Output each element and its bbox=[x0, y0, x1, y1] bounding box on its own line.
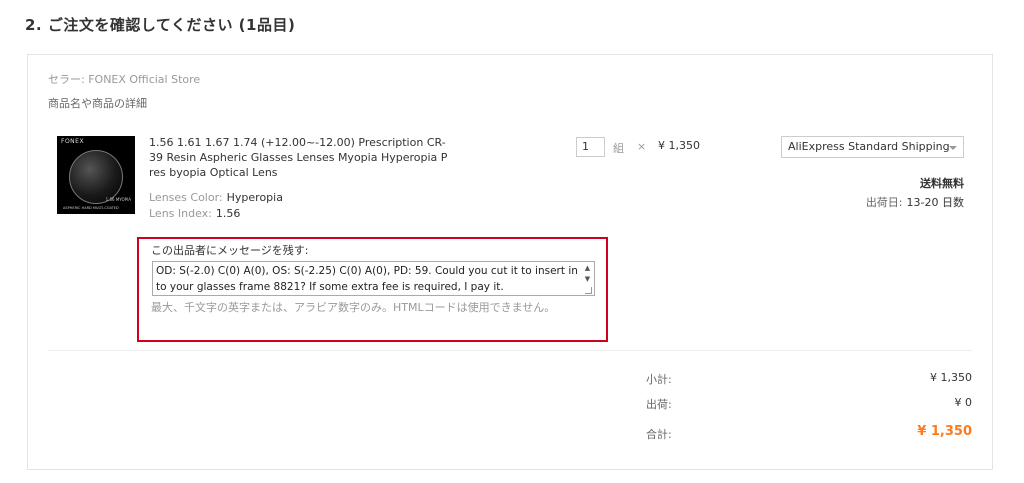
product-image-caption: 1.56 MYOPIA bbox=[105, 197, 131, 202]
free-shipping-label: 送料無料 bbox=[920, 177, 964, 190]
product-title-link[interactable]: 1.56 1.61 1.67 1.74 (+12.00~-12.00) Pres… bbox=[149, 135, 449, 180]
order-item-card: セラー: FONEX Official Store 商品名や商品の詳細 FONE… bbox=[27, 54, 993, 470]
shipping-cost-label: 出荷: bbox=[646, 398, 672, 411]
seller-message-textarea[interactable]: OD: S(-2.0) C(0) A(0), OS: S(-2.25) C(0)… bbox=[152, 261, 595, 296]
subtotal-value: ¥ 1,350 bbox=[930, 371, 972, 384]
delivery-estimate-value: 13-20 日数 bbox=[906, 196, 964, 209]
seller-message-text: OD: S(-2.0) C(0) A(0), OS: S(-2.25) C(0)… bbox=[156, 265, 578, 293]
lens-graphic bbox=[69, 150, 123, 204]
attr-label: Lenses Color: bbox=[149, 191, 223, 204]
seller-name[interactable]: セラー: FONEX Official Store bbox=[48, 71, 200, 87]
seller-message-section: この出品者にメッセージを残す: OD: S(-2.0) C(0) A(0), O… bbox=[137, 237, 608, 342]
total-label: 合計: bbox=[646, 428, 672, 441]
unit-price: ¥ 1,350 bbox=[658, 139, 700, 152]
quantity-unit: 組 bbox=[613, 142, 624, 155]
delivery-estimate: 出荷日: 13-20 日数 bbox=[866, 194, 964, 210]
subtotal-label: 小計: bbox=[646, 373, 672, 386]
shipping-method-value: AliExpress Standard Shipping bbox=[788, 140, 950, 153]
divider bbox=[48, 350, 972, 351]
resize-grip-icon[interactable] bbox=[585, 287, 592, 294]
product-image[interactable]: FONEX 1.56 MYOPIA ASPHERIC HARD MULTI-CO… bbox=[57, 136, 135, 214]
product-image-caption: ASPHERIC HARD MULTI-COATED bbox=[63, 206, 119, 210]
seller-message-label: この出品者にメッセージを残す: bbox=[151, 244, 309, 257]
shipping-cost-value: ¥ 0 bbox=[954, 396, 973, 409]
product-image-brand: FONEX bbox=[61, 138, 85, 145]
seller-message-help: 最大、千文字の英字または、アラビア数字のみ。HTMLコードは使用できません。 bbox=[151, 301, 556, 314]
multiply-sign: × bbox=[637, 140, 647, 153]
attr-value: Hyperopia bbox=[226, 191, 283, 204]
delivery-estimate-label: 出荷日: bbox=[865, 196, 903, 209]
attr-label: Lens Index: bbox=[149, 207, 212, 220]
attr-lens-index: Lens Index: 1.56 bbox=[149, 207, 240, 220]
chevron-down-icon bbox=[949, 146, 957, 150]
section-title: 2. ご注文を確認してください (1品目) bbox=[25, 16, 296, 34]
attr-value: 1.56 bbox=[215, 207, 241, 220]
quantity-input[interactable]: 1 bbox=[576, 137, 605, 157]
product-detail-header: 商品名や商品の詳細 bbox=[48, 97, 147, 110]
shipping-method-select[interactable]: AliExpress Standard Shipping bbox=[781, 136, 964, 158]
attr-lenses-color: Lenses Color: Hyperopia bbox=[149, 191, 283, 204]
total-value: ¥ 1,350 bbox=[917, 424, 972, 439]
